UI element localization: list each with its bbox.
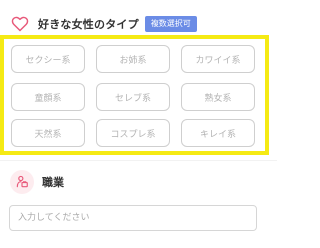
option-cosplay[interactable]: コスプレ系 xyxy=(96,119,170,147)
briefcase-person-icon xyxy=(10,170,34,194)
job-input[interactable] xyxy=(9,205,257,231)
multi-select-badge: 複数選択可 xyxy=(144,16,197,32)
type-section-title: 好きな女性のタイプ xyxy=(38,18,139,31)
type-options-panel: セクシー系 お姉系 カワイイ系 童顔系 セレブ系 熟女系 天然系 コスプレ系 キ… xyxy=(0,35,269,155)
option-onee[interactable]: お姉系 xyxy=(96,45,170,73)
section-divider xyxy=(0,160,277,161)
option-celeb[interactable]: セレブ系 xyxy=(96,83,170,111)
option-kirei[interactable]: キレイ系 xyxy=(181,119,255,147)
heart-outline-icon xyxy=(10,15,30,33)
option-jukujo[interactable]: 熟女系 xyxy=(181,83,255,111)
type-section-header: 好きな女性のタイプ 複数選択可 xyxy=(10,14,197,34)
option-dougan[interactable]: 童顔系 xyxy=(11,83,85,111)
option-sexy[interactable]: セクシー系 xyxy=(11,45,85,73)
job-section-header: 職業 xyxy=(10,168,64,196)
job-label: 職業 xyxy=(42,176,64,189)
option-tennen[interactable]: 天然系 xyxy=(11,119,85,147)
option-kawaii[interactable]: カワイイ系 xyxy=(181,45,255,73)
